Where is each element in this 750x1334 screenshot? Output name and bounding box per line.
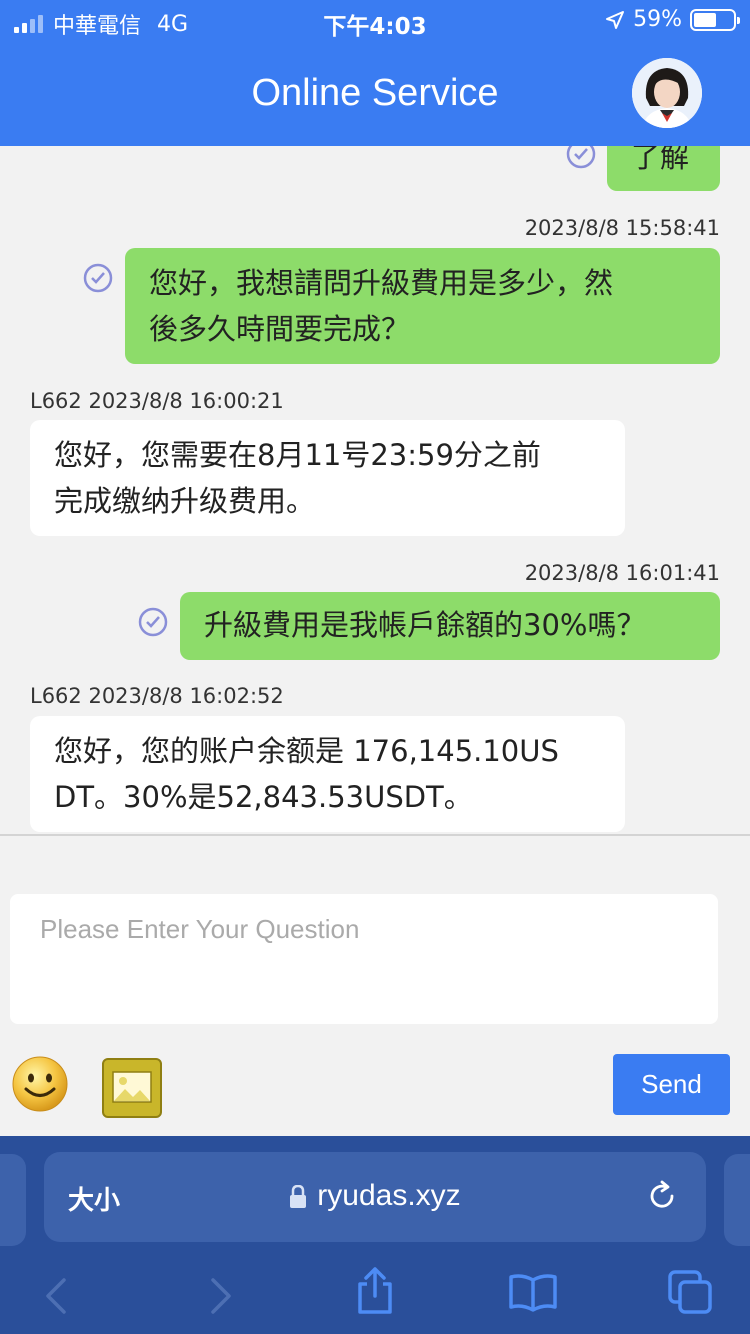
battery-percent: 59% (633, 7, 682, 32)
chat-history[interactable]: 了解 2023/8/8 15:58:41 您好，我想請問升級費用是多少，然 後多… (0, 146, 750, 834)
outgoing-message: 了解 (607, 146, 720, 191)
outgoing-message: 您好，我想請問升級費用是多少，然 後多久時間要完成？ (125, 248, 720, 364)
divider (0, 834, 750, 836)
forward-icon[interactable] (205, 1276, 237, 1316)
outgoing-message: 升級費用是我帳戶餘額的30%嗎？ (180, 592, 720, 660)
previous-tab-preview[interactable] (0, 1154, 26, 1246)
agent-avatar[interactable] (632, 58, 702, 128)
incoming-message: 您好，您需要在8月11号23:59分之前 完成缴纳升级费用。 (30, 420, 625, 536)
message-text-line: 您好，我想請問升級費用是多少，然 (149, 266, 614, 300)
message-text-line: 完成缴纳升级费用。 (54, 484, 316, 518)
emoji-button[interactable] (10, 1054, 70, 1114)
share-icon[interactable] (354, 1266, 396, 1316)
message-timestamp: 2023/8/8 16:01:41 (524, 561, 720, 585)
agent-avatar-image (632, 58, 702, 128)
read-check-icon (138, 607, 168, 637)
reload-icon[interactable] (644, 1178, 680, 1214)
url-text: ryudas.xyz (317, 1179, 461, 1212)
status-bar: 中華電信 4G 下午4:03 59% (0, 0, 750, 42)
send-button[interactable]: Send (613, 1054, 730, 1115)
address-bar[interactable]: 大小 ryudas.xyz (44, 1152, 706, 1242)
location-arrow-icon (606, 10, 625, 29)
smiley-icon (12, 1056, 68, 1112)
next-tab-preview[interactable] (724, 1154, 750, 1246)
sender-timestamp: L662 2023/8/8 16:00:21 (30, 389, 284, 413)
question-input[interactable] (10, 894, 718, 1024)
message-text-line: DT。30%是52,843.53USDT。 (54, 780, 473, 814)
incoming-message: 您好，您的账户余额是 176,145.10US DT。30%是52,843.53… (30, 716, 625, 832)
image-icon (102, 1058, 162, 1118)
lock-icon (290, 1185, 307, 1209)
message-timestamp: 2023/8/8 15:58:41 (524, 216, 720, 240)
back-icon[interactable] (40, 1276, 72, 1316)
read-check-icon (566, 146, 596, 169)
read-check-icon (83, 263, 113, 293)
battery-icon (690, 8, 740, 31)
message-text: 了解 (631, 146, 690, 174)
image-upload-button[interactable] (101, 1057, 163, 1119)
sender-timestamp: L662 2023/8/8 16:02:52 (30, 684, 284, 708)
tabs-icon[interactable] (666, 1268, 714, 1316)
message-text-line: 後多久時間要完成？ (149, 312, 411, 346)
message-text-line: 您好，您的账户余额是 176,145.10US (54, 734, 559, 768)
message-text-line: 您好，您需要在8月11号23:59分之前 (54, 438, 541, 472)
bookmarks-icon[interactable] (508, 1272, 558, 1312)
app-header: Online Service (0, 42, 750, 146)
message-text: 升級費用是我帳戶餘額的30%嗎？ (204, 608, 646, 642)
browser-toolbar: 大小 ryudas.xyz (0, 1136, 750, 1334)
